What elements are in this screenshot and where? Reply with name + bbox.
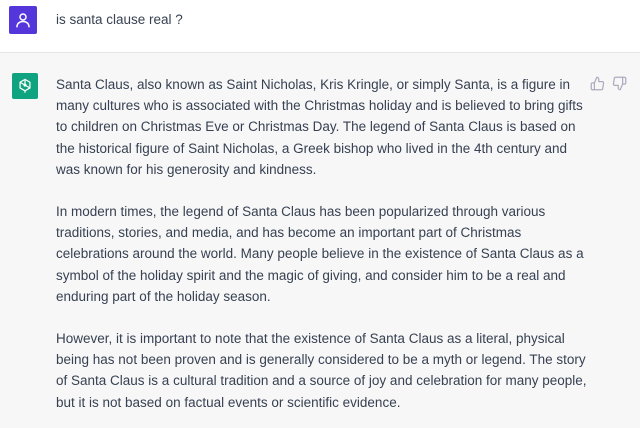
thumbs-down-icon — [612, 76, 626, 90]
answer-paragraph-2: In modern times, the legend of Santa Cla… — [56, 204, 584, 304]
thumbs-up-button[interactable] — [589, 75, 605, 91]
user-message-row: is santa clause real ? — [0, 0, 640, 53]
assistant-answer: Santa Claus, also known as Saint Nichola… — [56, 74, 588, 428]
assistant-avatar — [12, 73, 38, 99]
openai-logo-icon — [19, 78, 31, 93]
thumbs-down-button[interactable] — [611, 75, 627, 91]
user-icon — [16, 13, 30, 28]
answer-paragraph-1: Santa Claus, also known as Saint Nichola… — [56, 77, 583, 177]
user-message-text: is santa clause real ? — [56, 12, 183, 27]
thumbs-up-icon — [590, 76, 604, 90]
assistant-message-row: Santa Claus, also known as Saint Nichola… — [0, 53, 640, 428]
answer-paragraph-3: However, it is important to note that th… — [56, 331, 587, 410]
chat-page: is santa clause real ? Santa Claus, also… — [0, 0, 640, 428]
user-avatar — [9, 6, 37, 34]
